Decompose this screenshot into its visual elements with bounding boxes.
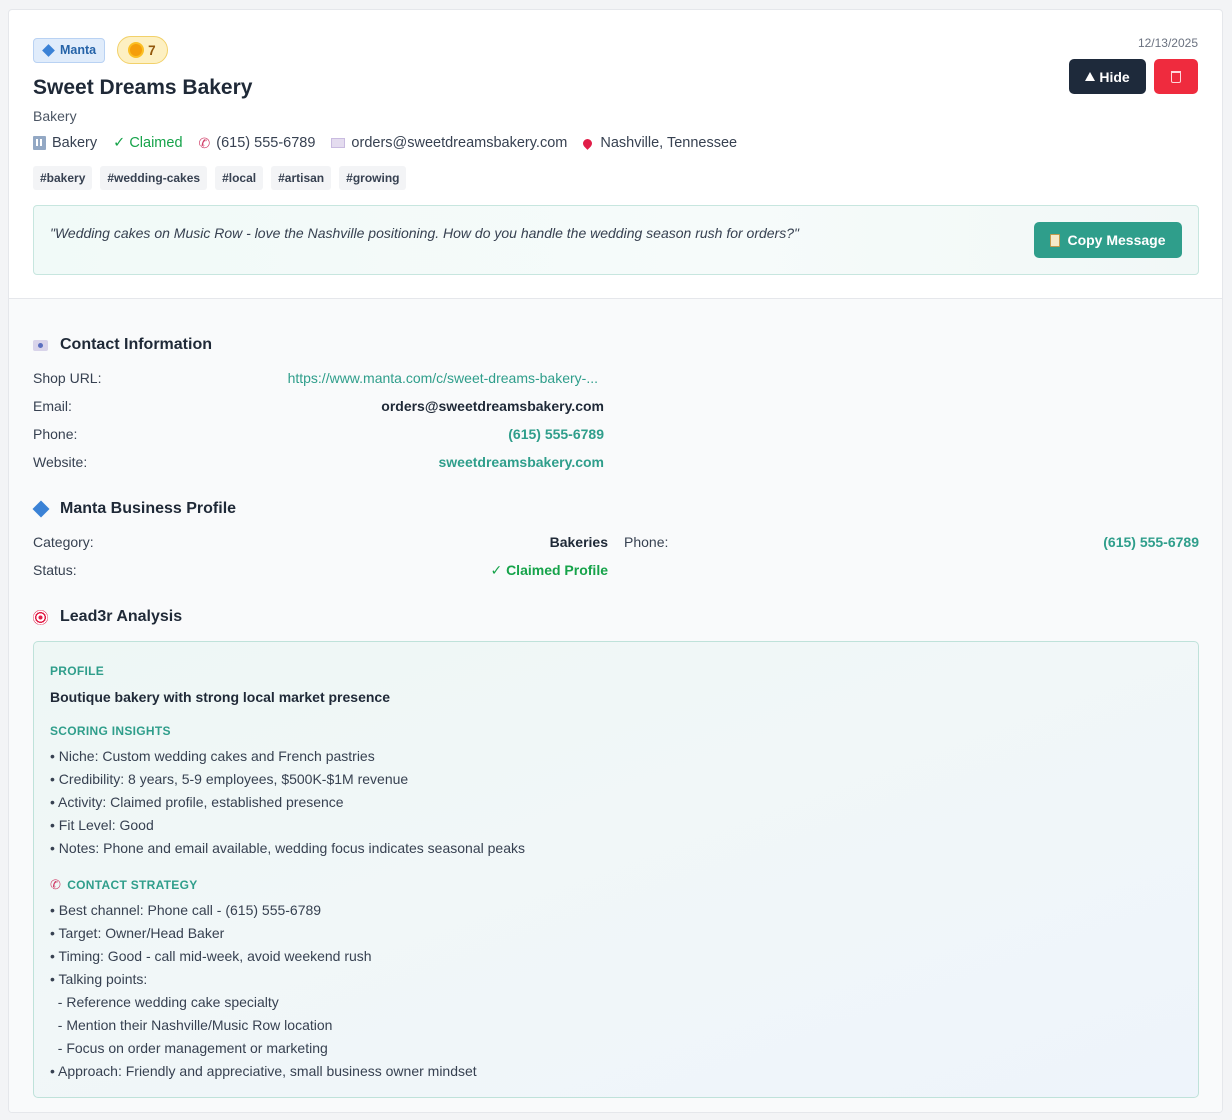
clipboard-icon (1050, 233, 1061, 247)
list-item: • Fit Level: Good (50, 817, 154, 833)
meta-category-label: Bakery (52, 135, 98, 151)
hide-label: Hide (1099, 68, 1130, 85)
list-item: • Niche: Custom wedding cakes and French… (50, 748, 375, 764)
trash-icon (1171, 70, 1181, 83)
manta-icon-wrap (32, 500, 49, 518)
business-name: Sweet Dreams Bakery (33, 76, 253, 99)
diamond-icon (42, 43, 55, 57)
meta-email: orders@sweetdreamsbakery.com (331, 135, 567, 151)
pin-icon (581, 136, 595, 150)
category-value: Bakeries (549, 534, 608, 550)
sun-icon (130, 44, 143, 56)
strategy-heading: ✆ CONTACT STRATEGY (50, 877, 198, 893)
suggested-message: "Wedding cakes on Music Row - love the N… (33, 205, 1199, 275)
manta-row-category: Category: Bakeries (33, 532, 608, 552)
business-type: Bakery (33, 108, 77, 124)
score-badge: 7 (117, 36, 168, 64)
tag: #artisan (271, 166, 332, 190)
strategy-list: • Best channel: Phone call - (615) 555-6… (50, 899, 477, 1083)
meta-phone: ✆ (615) 555-6789 (199, 135, 316, 152)
manta-label: Status: (33, 562, 77, 578)
manta-heading-label: Manta Business Profile (60, 500, 237, 517)
contact-row-shop-url: Shop URL: https://www.manta.com/c/sweet-… (33, 368, 604, 388)
contact-row-email: Email: orders@sweetdreamsbakery.com (33, 396, 604, 416)
contact-label: Website: (33, 454, 88, 470)
lead-card: Manta 7 Sweet Dreams Bakery Bakery Baker… (8, 9, 1223, 1113)
meta-claimed: ✓ Claimed (113, 135, 183, 151)
list-item: • Notes: Phone and email available, wedd… (50, 840, 525, 856)
badge-row: Manta 7 (33, 36, 1198, 64)
strategy-heading-label: CONTACT STRATEGY (67, 878, 198, 892)
lead-date: 12/13/2025 (1137, 36, 1198, 50)
list-item: - Focus on order management or marketing (50, 1040, 328, 1056)
building-icon (33, 136, 46, 150)
target-icon (33, 609, 48, 625)
phone-icon: ✆ (198, 134, 211, 151)
phone-link[interactable]: (615) 555-6789 (508, 424, 604, 444)
list-item: • Talking points: (50, 971, 148, 987)
list-item: - Reference wedding cake specialty (50, 994, 279, 1010)
list-item: • Activity: Claimed profile, established… (50, 794, 344, 810)
contact-card-icon (33, 339, 48, 351)
envelope-icon (331, 138, 346, 148)
meta-row: Bakery ✓ Claimed ✆ (615) 555-6789 orders… (33, 133, 1198, 153)
shop-url-link[interactable]: https://www.manta.com/c/sweet-dreams-bak… (288, 368, 598, 388)
manta-row-status: Status: ✓ Claimed Profile (33, 560, 608, 580)
profile-heading: PROFILE (50, 664, 105, 678)
lead-details: Contact Information Shop URL: https://ww… (9, 299, 1222, 1112)
list-item: - Mention their Nashville/Music Row loca… (50, 1017, 333, 1033)
lead-card-header: Manta 7 Sweet Dreams Bakery Bakery Baker… (9, 10, 1222, 299)
phone-icon: ✆ (50, 877, 62, 892)
meta-category: Bakery (33, 135, 97, 151)
tag: #wedding-cakes (100, 166, 208, 190)
manta-label: Category: (33, 534, 94, 550)
tag: #growing (339, 166, 407, 190)
contact-row-website: Website: sweetdreamsbakery.com (33, 452, 604, 472)
analysis-panel: PROFILE Boutique bakery with strong loca… (33, 641, 1199, 1098)
tag-list: #bakery #wedding-cakes #local #artisan #… (33, 166, 1198, 190)
message-text: "Wedding cakes on Music Row - love the N… (50, 225, 799, 241)
status-value: ✓ Claimed Profile (490, 562, 608, 578)
contact-section-heading: Contact Information (33, 336, 212, 354)
meta-location: Nashville, Tennessee (581, 135, 738, 151)
delete-button[interactable] (1154, 59, 1198, 94)
contact-row-phone: Phone: (615) 555-6789 (33, 424, 604, 444)
list-item: • Timing: Good - call mid-week, avoid we… (50, 948, 372, 964)
manta-phone-link[interactable]: (615) 555-6789 (1103, 532, 1199, 552)
source-badge: Manta (33, 37, 106, 63)
tag: #bakery (33, 166, 93, 190)
list-item: • Target: Owner/Head Baker (50, 925, 225, 941)
source-badge-label: Manta (60, 43, 97, 57)
profile-text: Boutique bakery with strong local market… (50, 689, 390, 705)
analysis-heading-label: Lead3r Analysis (60, 608, 183, 625)
email-value: orders@sweetdreamsbakery.com (381, 398, 604, 414)
meta-location-label: Nashville, Tennessee (600, 135, 738, 151)
insights-list: • Niche: Custom wedding cakes and French… (50, 745, 525, 860)
copy-message-button[interactable]: Copy Message (1034, 222, 1182, 258)
list-item: • Best channel: Phone call - (615) 555-6… (50, 902, 322, 918)
analysis-section-heading: Lead3r Analysis (33, 608, 182, 626)
triangle-up-icon (1085, 72, 1096, 81)
manta-row-phone: Phone: (615) 555-6789 (624, 532, 1199, 552)
contact-heading-label: Contact Information (60, 336, 212, 353)
website-link[interactable]: sweetdreamsbakery.com (439, 452, 605, 472)
contact-label: Phone: (33, 426, 78, 442)
manta-label: Phone: (624, 534, 669, 550)
copy-message-label: Copy Message (1067, 232, 1166, 248)
contact-label: Email: (33, 398, 72, 414)
meta-phone-label: (615) 555-6789 (216, 135, 316, 151)
list-item: • Credibility: 8 years, 5-9 employees, $… (50, 771, 409, 787)
insights-heading: SCORING INSIGHTS (50, 724, 171, 738)
contact-label: Shop URL: (33, 370, 102, 386)
meta-email-label: orders@sweetdreamsbakery.com (351, 135, 568, 151)
hide-button[interactable]: Hide (1069, 59, 1146, 94)
list-item: • Approach: Friendly and appreciative, s… (50, 1063, 477, 1079)
manta-section-heading: Manta Business Profile (32, 500, 237, 518)
tag: #local (215, 166, 264, 190)
score-value: 7 (148, 42, 156, 58)
diamond-icon (32, 500, 49, 518)
